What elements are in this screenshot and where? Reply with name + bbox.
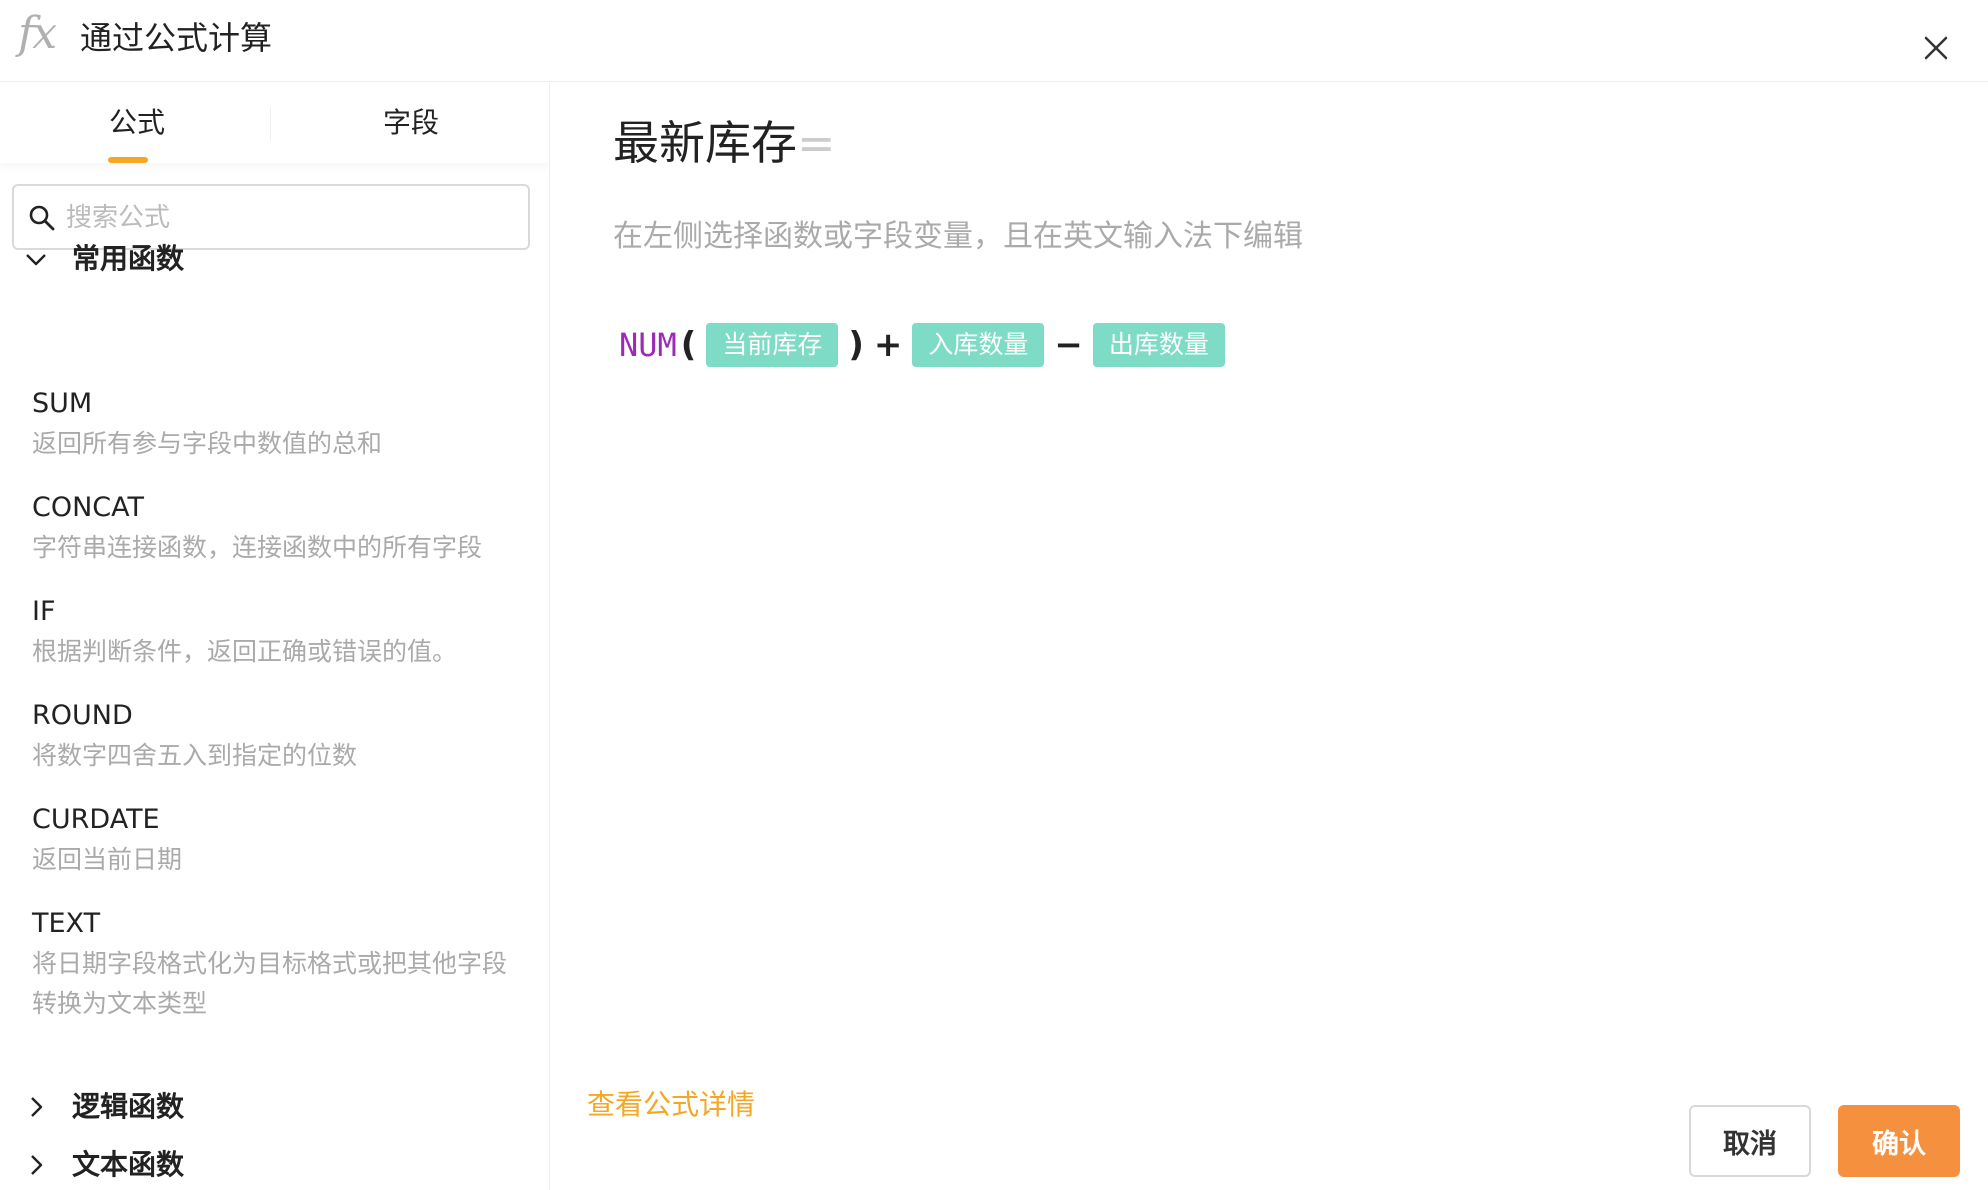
sidebar-tabs: 公式 字段 [0,83,549,163]
tab-formula[interactable]: 公式 [0,83,274,163]
editor-hint: 在左侧选择函数或字段变量，且在英文输入法下编辑 [613,219,1303,254]
minus-operator: − [1054,325,1083,365]
close-paren: ) [848,325,864,365]
field-tag-outbound-qty[interactable]: 出库数量 [1092,323,1225,367]
plus-operator: + [873,325,903,365]
view-formula-details-link[interactable]: 查看公式详情 [587,1083,755,1127]
active-tab-indicator [108,157,148,163]
field-name: 最新库存 [613,116,797,170]
function-desc: 返回当前日期 [32,845,183,874]
function-desc: 将日期字段格式化为目标格式或把其他字段转换为文本类型 [32,949,508,1018]
search-icon [29,205,55,231]
function-item-if[interactable]: IF 根据判断条件，返回正确或错误的值。 [32,592,522,672]
function-name: CONCAT [32,492,145,523]
group-common-functions[interactable]: 常用函数 [24,235,324,283]
function-desc: 返回所有参与字段中数值的总和 [32,429,383,458]
function-item-sum[interactable]: SUM 返回所有参与字段中数值的总和 [32,384,522,464]
group-logic-functions[interactable]: 逻辑函数 [24,1083,324,1131]
confirm-button[interactable]: 确认 [1838,1105,1960,1177]
function-name: ROUND [32,700,133,731]
formula-input[interactable]: NUM ( 当前库存 ) + 入库数量 − 出库数量 [619,315,1225,375]
group-label: 逻辑函数 [72,1090,185,1123]
chevron-down-icon [26,254,46,266]
function-item-round[interactable]: ROUND 将数字四舍五入到指定的位数 [32,696,522,776]
dialog-title: 通过公式计算 [80,19,273,57]
formula-field-title: 最新库存= [613,113,836,173]
function-name: CURDATE [32,804,160,835]
function-item-concat[interactable]: CONCAT 字符串连接函数，连接函数中的所有字段 [32,488,522,568]
formula-editor: 最新库存= 在左侧选择函数或字段变量，且在英文输入法下编辑 NUM ( 当前库存… [551,83,1988,1190]
function-name: SUM [32,388,93,419]
function-item-curdate[interactable]: CURDATE 返回当前日期 [32,800,522,880]
group-label: 文本函数 [72,1148,185,1181]
function-item-text[interactable]: TEXT 将日期字段格式化为目标格式或把其他字段转换为文本类型 [32,904,522,1024]
function-token[interactable]: NUM [619,323,677,367]
function-desc: 将数字四舍五入到指定的位数 [32,741,358,770]
function-name: TEXT [32,908,101,939]
function-desc: 根据判断条件，返回正确或错误的值。 [32,637,458,666]
group-text-functions[interactable]: 文本函数 [24,1141,324,1189]
tab-field[interactable]: 字段 [274,83,548,163]
group-label: 常用函数 [72,242,185,275]
dialog-header: fx 通过公式计算 [0,0,1988,82]
fx-icon: fx [18,8,57,59]
equals-sign: = [797,116,836,170]
cancel-button[interactable]: 取消 [1689,1105,1811,1177]
formula-dialog: fx 通过公式计算 公式 字段 常用 [0,0,1988,1190]
field-tag-current-stock[interactable]: 当前库存 [706,323,839,367]
tab-divider [270,107,271,141]
function-sidebar: 公式 字段 常用函数 SUM 返回所有参与字段中数值的总和 CONCAT 字符串 [0,83,550,1190]
function-desc: 字符串连接函数，连接函数中的所有字段 [32,533,483,562]
function-name: IF [32,596,56,627]
close-button[interactable] [1916,28,1956,68]
close-icon [1924,36,1948,60]
field-tag-inbound-qty[interactable]: 入库数量 [912,323,1045,367]
chevron-right-icon [31,1155,43,1175]
chevron-right-icon [31,1097,43,1117]
open-paren: ( [680,325,697,365]
